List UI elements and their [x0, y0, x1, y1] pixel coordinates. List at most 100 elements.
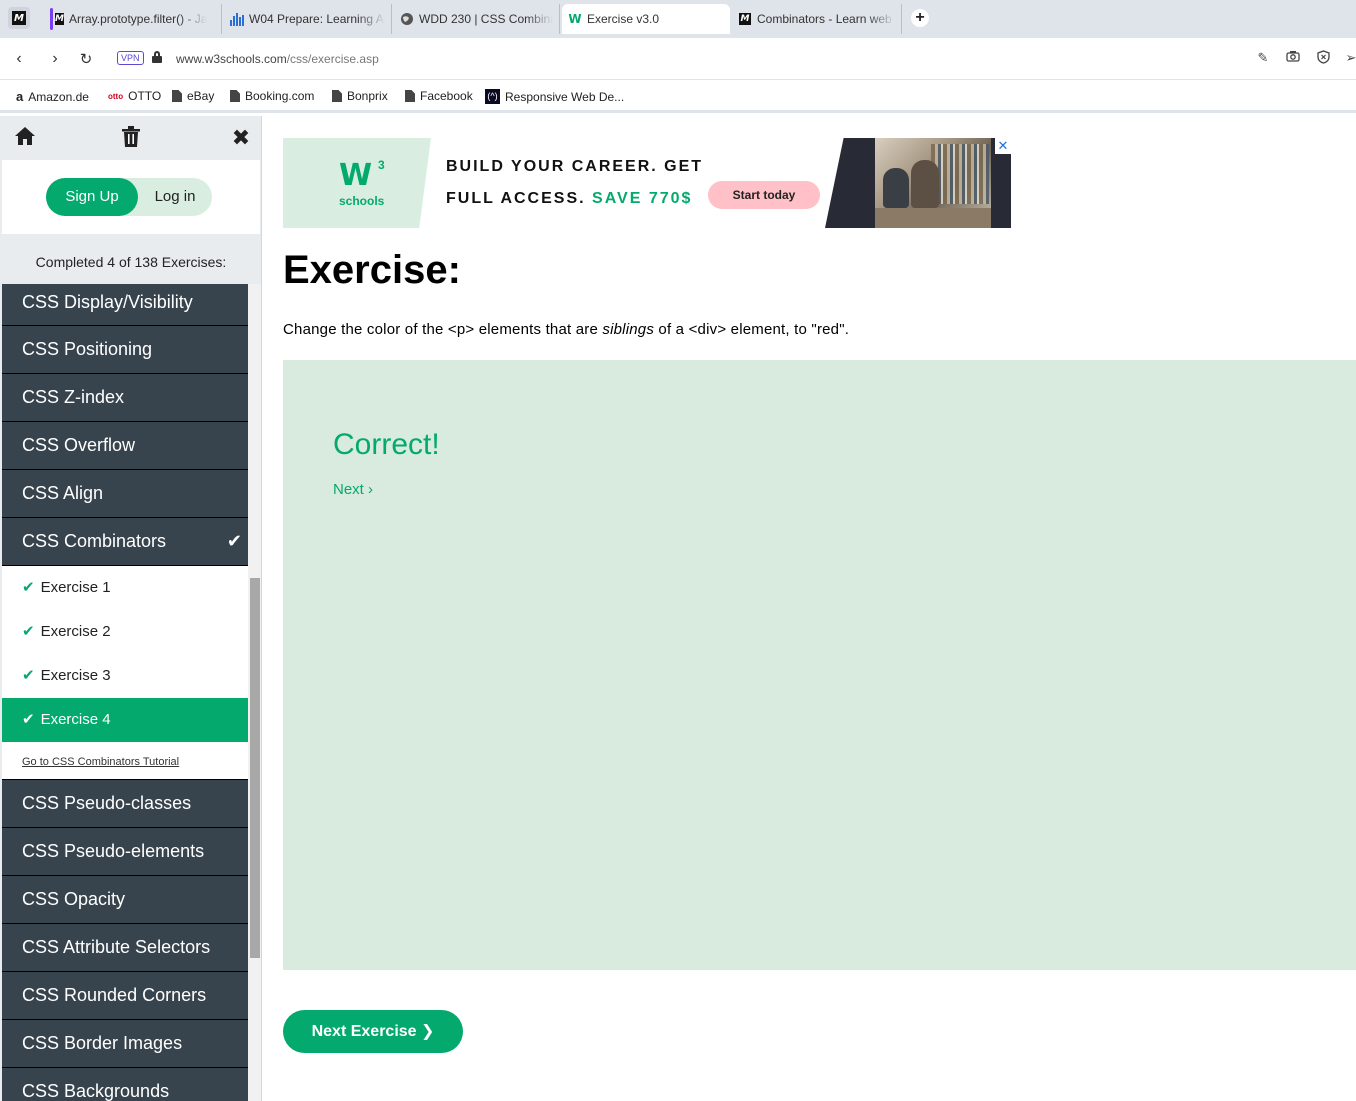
vpn-badge[interactable]: VPN — [117, 51, 144, 65]
home-icon[interactable] — [12, 126, 38, 151]
bookmarks-bar: a Amazon.de otto OTTO eBay Booking.com B… — [0, 81, 1356, 113]
tab-title: W04 Prepare: Learning Act — [249, 12, 385, 26]
bookmark-label: Amazon.de — [28, 89, 89, 104]
bookmark-label: Booking.com — [245, 89, 315, 103]
sidebar-scrollbar-thumb[interactable] — [250, 578, 260, 958]
menu-item-pseudo-classes[interactable]: CSS Pseudo-classes — [2, 780, 248, 828]
ad-start-today-button[interactable]: Start today — [708, 181, 820, 209]
send-icon[interactable]: ➢ — [1343, 50, 1356, 66]
menu-item-label: CSS Combinators — [22, 531, 167, 551]
exercise-link-2[interactable]: ✔ Exercise 2 — [2, 610, 248, 654]
url-host: www.w3schools.com — [176, 52, 287, 66]
ad-headline-2: FULL ACCESS. SAVE 770$ — [446, 190, 692, 208]
bookmark-label: eBay — [187, 89, 215, 103]
menu-item-positioning[interactable]: CSS Positioning — [2, 326, 248, 374]
menu-item-opacity[interactable]: CSS Opacity — [2, 876, 248, 924]
sidebar-header: ✖ Sign Up Log in Completed 4 of 138 Exer… — [2, 116, 261, 284]
bookmark-otto[interactable]: otto OTTO — [108, 89, 161, 103]
tab-wdd230[interactable]: WDD 230 | CSS Combinato — [394, 4, 560, 34]
ad-photo-image — [875, 138, 991, 228]
trash-icon[interactable] — [118, 126, 144, 152]
tutorial-link[interactable]: Go to CSS Combinators Tutorial — [2, 742, 248, 780]
menu-item-combinators[interactable]: CSS Combinators ✔ — [2, 518, 248, 566]
tab-array-filter[interactable]: M Array.prototype.filter() - Ja — [44, 4, 222, 34]
next-link[interactable]: Next › — [333, 481, 373, 498]
tab-combinators-mdn[interactable]: M Combinators - Learn web d — [732, 4, 902, 34]
exercise-label: Exercise 2 — [40, 623, 111, 640]
menu-item-border-images[interactable]: CSS Border Images — [2, 1020, 248, 1068]
globe-icon — [400, 12, 414, 26]
menu-item-backgrounds[interactable]: CSS Backgrounds — [2, 1068, 248, 1101]
bookmark-amazon[interactable]: a Amazon.de — [16, 89, 89, 104]
menu-item-rounded-corners[interactable]: CSS Rounded Corners — [2, 972, 248, 1020]
bookmark-label: Facebook — [420, 89, 473, 103]
description-text: Change the color of the <p> elements tha… — [283, 321, 603, 338]
menu-item-overflow[interactable]: CSS Overflow — [2, 422, 248, 470]
check-icon: ✔ — [226, 531, 242, 551]
bookmark-label: Responsive Web De... — [505, 89, 625, 104]
exercise-link-1[interactable]: ✔ Exercise 1 — [2, 566, 248, 610]
correct-message: Correct! — [333, 428, 440, 461]
check-icon: ✔ — [22, 667, 35, 684]
mdn-icon: M — [12, 11, 26, 25]
description-emphasis: siblings — [602, 321, 655, 338]
bookmark-facebook[interactable]: Facebook — [405, 89, 473, 103]
menu-item-pseudo-elements[interactable]: CSS Pseudo-elements — [2, 828, 248, 876]
exercise-link-4[interactable]: ✔ Exercise 4 — [2, 698, 248, 742]
bookmark-bonprix[interactable]: Bonprix — [332, 89, 388, 103]
exercise-menu: CSS Display/Visibility CSS Positioning C… — [2, 284, 248, 1101]
sign-up-button[interactable]: Sign Up — [46, 178, 138, 216]
doc-icon — [230, 90, 240, 102]
chart-bars-icon — [230, 12, 244, 26]
bookmark-ebay[interactable]: eBay — [172, 89, 214, 103]
menu-item-attribute-selectors[interactable]: CSS Attribute Selectors — [2, 924, 248, 972]
back-icon[interactable]: ‹ — [10, 50, 28, 68]
address-bar: ‹ › ↻ VPN www.w3schools.com/css/exercise… — [0, 38, 1356, 80]
edit-icon[interactable]: ✎ — [1255, 50, 1271, 66]
close-icon[interactable]: ✖ — [228, 126, 254, 150]
menu-item-display-visibility[interactable]: CSS Display/Visibility — [2, 284, 248, 326]
exercise-label: Exercise 3 — [40, 667, 111, 684]
menu-item-z-index[interactable]: CSS Z-index — [2, 374, 248, 422]
tab-title: Array.prototype.filter() - Ja — [69, 12, 208, 26]
log-in-button[interactable]: Log in — [138, 178, 212, 216]
logo-mark: W — [339, 158, 372, 193]
exercise-link-3[interactable]: ✔ Exercise 3 — [2, 654, 248, 698]
check-icon: ✔ — [22, 711, 35, 728]
new-tab-button[interactable]: + — [911, 9, 929, 27]
browser-tab-bar: M M Array.prototype.filter() - Ja W04 Pr… — [0, 0, 1356, 38]
tab-title: Exercise v3.0 — [587, 12, 660, 26]
camera-icon[interactable] — [1285, 50, 1301, 65]
doc-icon — [405, 90, 415, 102]
exercise-heading: Exercise: — [283, 248, 461, 292]
shield-icon[interactable] — [1315, 50, 1331, 67]
bookmark-responsive-web[interactable]: (^) Responsive Web De... — [485, 89, 624, 104]
tab-w04-prepare[interactable]: W04 Prepare: Learning Act — [224, 4, 392, 34]
reload-icon[interactable]: ↻ — [77, 50, 95, 68]
ad-banner[interactable]: W 3 schools BUILD YOUR CAREER. GET FULL … — [283, 138, 1011, 228]
tab-title: Combinators - Learn web d — [757, 12, 895, 26]
next-exercise-button[interactable]: Next Exercise ❯ — [283, 1010, 463, 1053]
exercise-label: Exercise 4 — [40, 711, 111, 728]
exercise-sidebar: ✖ Sign Up Log in Completed 4 of 138 Exer… — [0, 116, 262, 1101]
tab-exercise-active[interactable]: W Exercise v3.0 — [562, 4, 730, 34]
auth-toggle: Sign Up Log in — [46, 178, 212, 216]
w3schools-logo: W 3 schools — [283, 138, 431, 228]
ad-headline-prefix: FULL ACCESS. — [446, 190, 586, 207]
completed-counter: Completed 4 of 138 Exercises: — [2, 234, 260, 284]
check-icon: ✔ — [22, 623, 35, 640]
logo-superscript: 3 — [378, 158, 385, 172]
description-text: of a <div> element, to "red". — [654, 321, 850, 338]
lock-icon[interactable] — [152, 51, 162, 63]
url-field[interactable]: www.w3schools.com/css/exercise.asp — [176, 52, 379, 66]
freecodecamp-icon: (^) — [485, 89, 500, 104]
otto-icon: otto — [108, 91, 124, 101]
mdn-icon: M — [50, 8, 64, 30]
menu-item-align[interactable]: CSS Align — [2, 470, 248, 518]
ad-close-icon[interactable]: ✕ — [995, 138, 1011, 154]
forward-icon[interactable]: › — [46, 50, 64, 68]
ad-save-amount: SAVE 770$ — [592, 190, 693, 207]
mdn-icon: M — [739, 13, 751, 25]
bookmark-booking[interactable]: Booking.com — [230, 89, 314, 103]
tab-search-button[interactable]: M — [8, 7, 30, 29]
